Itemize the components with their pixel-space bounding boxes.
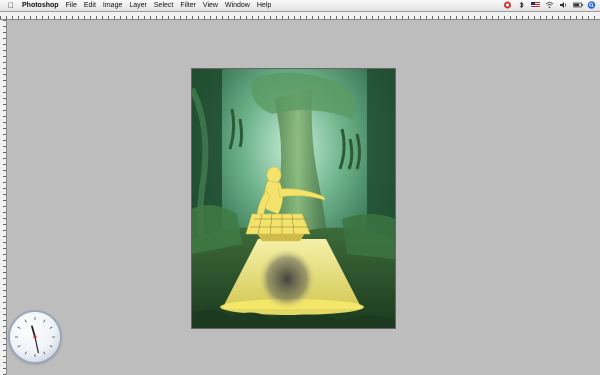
battery-icon[interactable]: [573, 1, 584, 9]
forest-composite-image: [192, 69, 395, 328]
menu-bar:  Photoshop File Edit Image Layer Select…: [0, 0, 600, 12]
volume-icon[interactable]: [559, 1, 568, 9]
menu-window[interactable]: Window: [225, 0, 250, 11]
flag-us-icon[interactable]: [531, 1, 540, 9]
clock-hour-hand: [31, 325, 36, 338]
apple-menu-icon[interactable]: : [8, 0, 14, 11]
menu-filter[interactable]: Filter: [180, 0, 196, 11]
alert-icon[interactable]: [503, 1, 512, 9]
menu-select[interactable]: Select: [154, 0, 173, 11]
menu-help[interactable]: Help: [257, 0, 271, 11]
bluetooth-icon[interactable]: [517, 1, 526, 9]
status-icons: [498, 1, 596, 9]
menu-layer[interactable]: Layer: [129, 0, 147, 11]
menu-app-photoshop[interactable]: Photoshop: [22, 0, 59, 11]
menu-file[interactable]: File: [66, 0, 77, 11]
document-canvas[interactable]: [192, 69, 395, 328]
spotlight-icon[interactable]: [587, 1, 596, 9]
clock-face-icon: [15, 317, 55, 357]
menu-items: Photoshop File Edit Image Layer Select F…: [22, 0, 278, 11]
menu-view[interactable]: View: [203, 0, 218, 11]
horizontal-ruler[interactable]: [0, 12, 600, 20]
clock-minute-hand: [34, 336, 39, 354]
menu-edit[interactable]: Edit: [84, 0, 96, 11]
vertical-ruler[interactable]: [0, 20, 7, 375]
wifi-icon[interactable]: [545, 1, 554, 9]
clock-widget[interactable]: [10, 312, 60, 362]
menu-image[interactable]: Image: [103, 0, 122, 11]
